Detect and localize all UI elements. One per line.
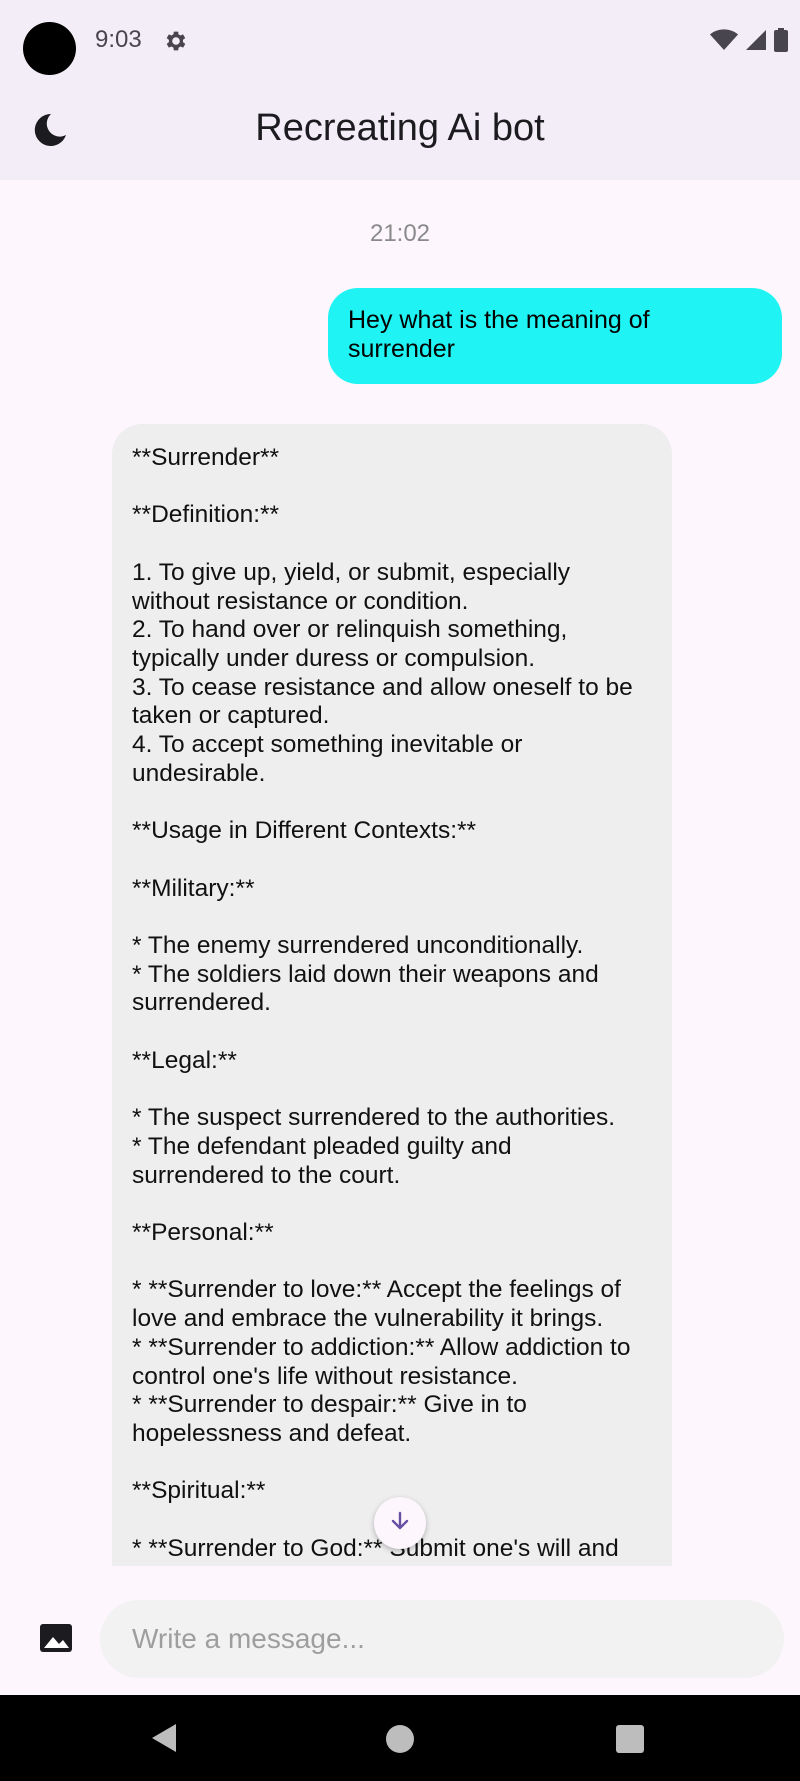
home-icon[interactable] [386, 1725, 414, 1753]
system-navigation-bar [0, 1695, 800, 1781]
status-time: 9:03 [95, 26, 142, 53]
message-composer [0, 1566, 800, 1695]
camera-cutout [23, 22, 76, 75]
app-bar: Recreating Ai bot [0, 82, 800, 180]
image-icon[interactable] [38, 1620, 78, 1660]
back-icon[interactable] [150, 1722, 178, 1759]
bot-message-bubble: **Surrender** **Definition:** 1. To give… [112, 424, 672, 1566]
scroll-to-bottom-button[interactable] [374, 1497, 426, 1549]
battery-icon [774, 28, 788, 57]
page-title: Recreating Ai bot [255, 107, 545, 149]
arrow-down-icon [388, 1509, 412, 1538]
message-input[interactable] [100, 1600, 784, 1678]
status-bar: 9:03 [0, 0, 800, 82]
chat-timestamp: 21:02 [369, 220, 431, 247]
signal-icon [744, 28, 768, 57]
recents-icon[interactable] [616, 1725, 644, 1753]
gear-icon [163, 28, 189, 54]
bot-message-text: **Surrender** **Definition:** 1. To give… [132, 444, 633, 1566]
wifi-icon [710, 29, 738, 56]
chat-area[interactable]: 21:02 Hey what is the meaning of surrend… [0, 180, 800, 1566]
user-message-bubble: Hey what is the meaning of surrender [328, 288, 782, 384]
